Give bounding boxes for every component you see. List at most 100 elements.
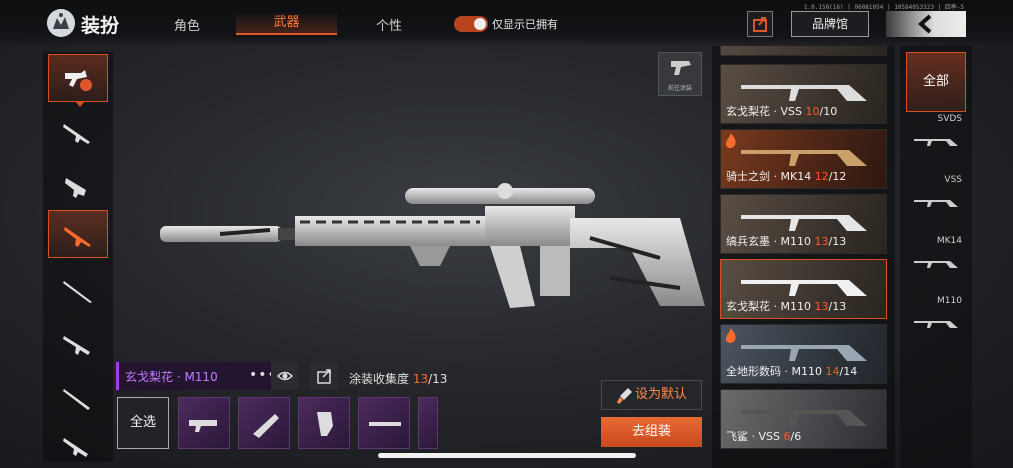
skin-list: 玄戈梨花 · VSS 10/10 骑士之剑 · MK14 12/12 缟兵玄墨 … xyxy=(712,46,895,468)
eye-icon xyxy=(276,371,294,381)
go-paint-button[interactable]: 前往涂装 xyxy=(658,52,702,96)
skin-total: /6 xyxy=(790,430,802,443)
filter-mk14[interactable]: MK14 xyxy=(906,236,966,292)
view-toggle-button[interactable] xyxy=(271,362,299,390)
receiver-icon xyxy=(189,420,217,432)
flame-icon xyxy=(725,328,736,343)
collection-total: /13 xyxy=(428,372,448,386)
brush-icon xyxy=(617,388,632,404)
share-button[interactable] xyxy=(747,11,773,37)
collection-label: 涂装收集度 xyxy=(349,372,410,386)
brand-hall-button[interactable]: 品牌馆 xyxy=(791,11,869,37)
skin-owned: 10 xyxy=(805,105,820,118)
paint-gun-icon xyxy=(671,61,691,75)
skin-label: 全地形数码 · M110 14/14 xyxy=(726,363,857,379)
skin-owned: 14 xyxy=(825,365,840,378)
skin-label: 骑士之剑 · MK14 12/12 xyxy=(726,168,846,184)
skin-label: 缟兵玄墨 · M110 13/13 xyxy=(726,233,846,249)
barrel-icon xyxy=(369,422,401,426)
weapon-type-label: MK14 xyxy=(936,236,962,246)
pistol-icon xyxy=(63,438,88,457)
weapon-type-label: M110 xyxy=(937,296,962,306)
category-pistol[interactable] xyxy=(48,422,108,468)
skin-name: 缟兵玄墨 · M110 xyxy=(726,235,815,248)
filter-m110[interactable]: M110 xyxy=(906,296,966,352)
skin-card[interactable] xyxy=(720,46,887,56)
category-smg[interactable] xyxy=(48,162,108,210)
category-shotgun[interactable] xyxy=(48,374,108,422)
owned-only-toggle[interactable] xyxy=(454,16,488,32)
sniper-icon xyxy=(63,281,92,303)
filter-all-button[interactable]: 全部 xyxy=(906,52,966,112)
skin-card-selected[interactable]: 玄戈梨花 · M110 13/13 xyxy=(720,259,887,319)
mk14-icon xyxy=(914,261,958,268)
weapon-type-label: SVDS xyxy=(937,114,962,124)
set-default-button[interactable]: 设为默认 xyxy=(601,380,702,410)
rifle-thumbnail-icon xyxy=(741,410,867,426)
smg-icon xyxy=(65,178,86,198)
skin-name: 玄戈梨花 · M110 xyxy=(125,370,218,384)
collection-progress: 涂装收集度 13/13 xyxy=(349,370,447,387)
skin-owned: 12 xyxy=(814,170,829,183)
weapon-category-column xyxy=(43,52,113,462)
category-rifle[interactable] xyxy=(48,108,108,156)
page-title: 装扮 xyxy=(81,15,120,37)
svds-icon xyxy=(914,139,958,146)
skin-name: 全地形数码 · M110 xyxy=(726,365,826,378)
skin-card[interactable]: 飞鲨 · VSS 6/6 xyxy=(720,389,887,449)
owned-only-label: 仅显示已拥有 xyxy=(492,18,558,31)
rifle-thumbnail-icon xyxy=(741,345,867,361)
part-slot-receiver[interactable] xyxy=(178,397,230,449)
skin-name-bar: 玄戈梨花 · M110 xyxy=(116,362,271,390)
m110-rifle-icon xyxy=(160,183,705,308)
set-default-label: 设为默认 xyxy=(634,387,687,402)
rifle-thumbnail-icon xyxy=(741,85,867,101)
stock-icon xyxy=(253,414,279,438)
skin-label: 玄戈梨花 · VSS 10/10 xyxy=(726,103,837,119)
go-assemble-button[interactable]: 去组装 xyxy=(601,417,702,447)
weapon-preview-image[interactable] xyxy=(160,178,720,322)
go-paint-label: 前往涂装 xyxy=(667,85,692,92)
collection-owned: 13 xyxy=(412,372,429,386)
back-arrow-icon xyxy=(917,14,932,34)
filter-vss[interactable]: VSS xyxy=(906,175,966,231)
filter-svds[interactable]: SVDS xyxy=(906,114,966,170)
selected-pin xyxy=(75,101,85,107)
category-sniper[interactable] xyxy=(48,266,108,314)
category-lmg[interactable] xyxy=(48,320,108,368)
skin-total: /13 xyxy=(828,235,847,248)
category-marksman[interactable] xyxy=(48,210,108,258)
select-all-button[interactable]: 全选 xyxy=(117,397,169,449)
part-slot-grip[interactable] xyxy=(298,397,350,449)
category-skins[interactable] xyxy=(48,54,108,107)
weapon-type-label: VSS xyxy=(944,175,962,185)
rifle-thumbnail-icon xyxy=(741,150,867,166)
tab-character[interactable]: 角色 xyxy=(174,15,200,34)
tab-weapon[interactable]: 武器 xyxy=(236,11,337,35)
skin-card[interactable]: 缟兵玄墨 · M110 13/13 xyxy=(720,194,887,254)
marksman-rifle-icon xyxy=(64,227,91,247)
skin-card[interactable]: 骑士之剑 · MK14 12/12 xyxy=(720,129,887,189)
skin-card[interactable]: 玄戈梨花 · VSS 10/10 xyxy=(720,64,887,124)
skin-label: 飞鲨 · VSS 6/6 xyxy=(726,428,801,444)
skin-total: /10 xyxy=(819,105,838,118)
version-text: 1.0.158(16) | 06081054 | 10584053323 | 四… xyxy=(803,4,964,11)
rifle-thumbnail-icon xyxy=(741,215,867,231)
rifle-icon xyxy=(63,124,90,144)
part-slot-barrel[interactable] xyxy=(358,397,410,449)
grip-icon xyxy=(317,412,333,436)
share-skin-button[interactable] xyxy=(309,362,339,390)
back-button[interactable] xyxy=(886,11,966,37)
skin-card[interactable]: 全地形数码 · M110 14/14 xyxy=(720,324,887,384)
skin-label: 玄戈梨花 · M110 13/13 xyxy=(726,298,846,314)
part-slot-more[interactable] xyxy=(418,397,438,449)
tab-personality[interactable]: 个性 xyxy=(376,15,402,34)
part-slot-stock[interactable] xyxy=(238,397,290,449)
share-icon xyxy=(753,17,767,32)
skin-total: /13 xyxy=(828,300,847,313)
profile-logo-icon[interactable] xyxy=(47,9,75,37)
rifle-thumbnail-icon xyxy=(741,280,867,296)
shotgun-icon xyxy=(63,389,90,410)
home-indicator[interactable] xyxy=(378,453,636,458)
skin-name: 玄戈梨花 · VSS xyxy=(726,105,806,118)
